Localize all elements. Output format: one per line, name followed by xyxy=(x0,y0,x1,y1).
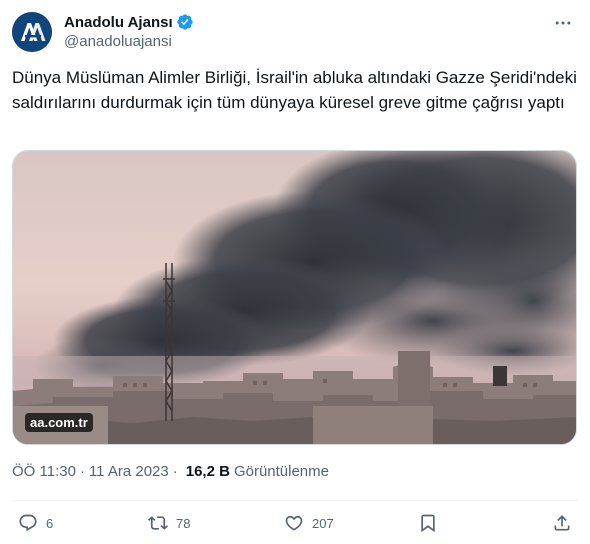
smoke-over-city-photo xyxy=(13,151,576,444)
like-button[interactable]: 207 xyxy=(284,505,334,541)
author-handle[interactable]: @anadoluajansi xyxy=(64,33,172,50)
views-label[interactable]: Görüntülenme xyxy=(234,463,329,480)
media-source-label: aa.com.tr xyxy=(25,413,93,432)
like-icon xyxy=(285,515,303,531)
repost-icon xyxy=(148,516,168,530)
more-icon xyxy=(555,21,571,25)
author-display-name[interactable]: Anadolu Ajansı xyxy=(64,14,173,31)
tweet-text: Dünya Müslüman Alimler Birliği, İsrail'i… xyxy=(12,68,577,112)
tweet-date[interactable]: 11 Ara 2023 xyxy=(89,463,169,480)
share-button[interactable] xyxy=(552,505,572,541)
tweet-meta: ÖÖ 11:30 · 11 Ara 2023 · 16,2 B Görüntül… xyxy=(12,463,329,480)
like-count: 207 xyxy=(312,515,334,531)
meta-separator-2: · xyxy=(172,463,178,480)
author-name-row: Anadolu Ajansı xyxy=(64,12,194,32)
verified-badge-icon[interactable] xyxy=(176,13,194,31)
repost-button[interactable]: 78 xyxy=(148,505,190,541)
reply-button[interactable]: 6 xyxy=(18,505,53,541)
views-count[interactable]: 16,2 B xyxy=(186,463,230,480)
meta-separator: · xyxy=(79,463,85,480)
share-icon xyxy=(554,515,570,531)
bookmark-icon xyxy=(421,514,435,533)
reply-icon xyxy=(19,514,37,532)
avatar[interactable] xyxy=(12,12,52,52)
tweet-time[interactable]: ÖÖ 11:30 xyxy=(12,463,76,480)
reply-count: 6 xyxy=(46,515,54,531)
repost-count: 78 xyxy=(176,515,191,531)
anadolu-logo-icon xyxy=(12,12,52,52)
tweet-card: Anadolu Ajansı @anadoluajansi Dünya Müsl… xyxy=(0,0,590,544)
more-button[interactable] xyxy=(550,12,576,34)
tweet-media[interactable]: aa.com.tr xyxy=(12,150,577,445)
bookmark-button[interactable] xyxy=(418,505,438,541)
tweet-actions: 6 78 207 xyxy=(12,505,578,541)
divider xyxy=(12,500,578,501)
